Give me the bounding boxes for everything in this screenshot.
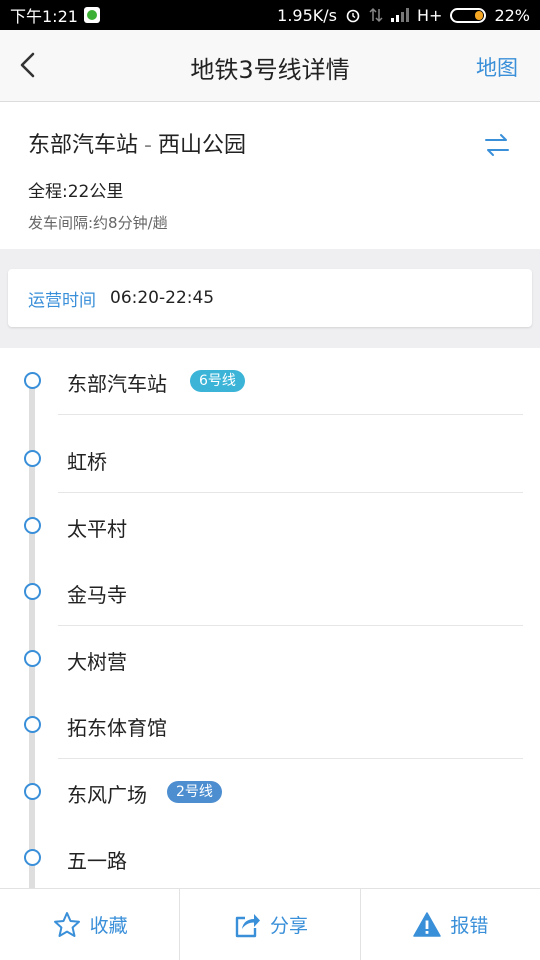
station-name: 虹桥 <box>67 450 107 474</box>
station-name: 金马寺 <box>67 583 127 607</box>
transfer-badge: 6号线 <box>190 370 245 392</box>
signal-icon <box>391 8 409 22</box>
wechat-icon <box>83 7 100 23</box>
share-icon <box>235 913 260 937</box>
share-label: 分享 <box>269 915 308 937</box>
station-name: 拓东体育馆 <box>67 716 167 740</box>
station-dot-icon <box>24 517 41 534</box>
station-item[interactable]: 五一路 <box>0 825 540 888</box>
station-dot-icon <box>24 450 41 467</box>
station-item[interactable]: 东部汽车站 6号线 <box>0 348 540 415</box>
station-dot-icon <box>24 583 41 600</box>
report-label: 报错 <box>450 915 489 937</box>
warning-icon <box>413 911 442 937</box>
station-name: 东风广场 <box>67 783 147 807</box>
battery-percent: 22% <box>494 5 530 25</box>
station-dot-icon <box>24 650 41 667</box>
station-list: 东部汽车站 6号线 虹桥 太平村 金马寺 大树营 拓东体育馆 东风广场 2号线 … <box>0 348 540 888</box>
map-button[interactable]: 地图 <box>476 52 518 82</box>
station-name: 东部汽车站 <box>67 372 167 396</box>
station-item[interactable]: 太平村 <box>0 493 540 559</box>
divider <box>58 414 523 415</box>
route-separator: - <box>144 133 152 158</box>
route-distance: 全程:22公里 <box>28 182 124 202</box>
network-type: H+ <box>417 5 443 25</box>
operation-hours: 06:20-22:45 <box>110 288 215 308</box>
station-dot-icon <box>24 783 41 800</box>
transfer-badge: 2号线 <box>167 781 222 803</box>
alarm-icon <box>346 9 360 23</box>
station-name: 五一路 <box>67 849 127 873</box>
station-item[interactable]: 金马寺 <box>0 559 540 626</box>
status-bar: 下午1:21 1.95K/s H+ 22% <box>0 0 540 30</box>
operation-hours-card: 运营时间 06:20-22:45 <box>8 269 532 327</box>
station-item[interactable]: 大树营 <box>0 626 540 692</box>
status-time: 下午1:21 <box>10 7 78 26</box>
route-from: 东部汽车站 <box>28 133 139 158</box>
header: 地铁3号线详情 地图 <box>0 30 540 102</box>
page-title: 地铁3号线详情 <box>190 56 350 84</box>
star-icon <box>53 911 80 937</box>
favorite-label: 收藏 <box>89 915 128 937</box>
station-item[interactable]: 东风广场 2号线 <box>0 759 540 825</box>
battery-icon <box>450 7 487 23</box>
network-speed: 1.95K/s <box>277 5 337 25</box>
station-dot-icon <box>24 372 41 389</box>
station-name: 大树营 <box>67 650 127 674</box>
route-to: 西山公园 <box>157 133 246 158</box>
bottom-toolbar: 收藏 分享 报错 <box>0 888 540 960</box>
share-button[interactable]: 分享 <box>180 889 359 960</box>
route-info: 东部汽车站 - 西山公园 全程:22公里 发车间隔:约8分钟/趟 <box>0 103 540 249</box>
operation-label: 运营时间 <box>28 290 96 311</box>
station-item[interactable]: 虹桥 <box>0 426 540 493</box>
swap-direction-icon[interactable] <box>484 133 510 157</box>
station-name: 太平村 <box>67 517 127 541</box>
station-dot-icon <box>24 716 41 733</box>
report-button[interactable]: 报错 <box>361 889 540 960</box>
favorite-button[interactable]: 收藏 <box>0 889 179 960</box>
route-title: 东部汽车站 - 西山公园 <box>28 127 512 159</box>
station-dot-icon <box>24 849 41 866</box>
data-arrows-icon <box>369 7 383 23</box>
station-item[interactable]: 拓东体育馆 <box>0 692 540 759</box>
route-interval: 发车间隔:约8分钟/趟 <box>28 214 168 232</box>
